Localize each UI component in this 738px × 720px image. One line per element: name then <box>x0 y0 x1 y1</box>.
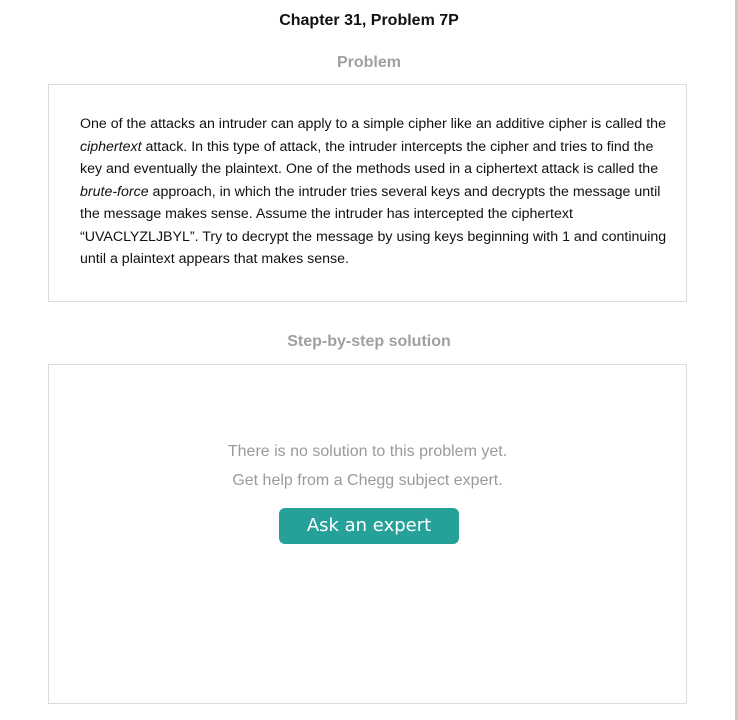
solution-heading: Step-by-step solution <box>287 333 451 350</box>
problem-card: One of the attacks an intruder can apply… <box>48 84 687 302</box>
problem-text: One of the attacks an intruder can apply… <box>80 113 670 271</box>
expert-help-message: Get help from a Chegg subject expert. <box>232 472 503 489</box>
problem-heading: Problem <box>336 54 401 71</box>
problem-text-segment: One of the attacks an intruder can apply… <box>80 116 666 132</box>
solution-card: There is no solution to this problem yet… <box>48 364 687 704</box>
ciphertext-term: ciphertext <box>80 138 142 155</box>
brute-force-term: brute-force <box>80 183 149 200</box>
no-solution-message: There is no solution to this problem yet… <box>227 443 508 460</box>
problem-text-segment: attack. In this type of attack, the intr… <box>80 138 659 178</box>
ask-an-expert-button[interactable]: Ask an expert <box>279 508 459 544</box>
page: Chapter 31, Problem 7P Problem One of th… <box>0 0 738 720</box>
problem-text-segment: approach, in which the intruder tries se… <box>80 183 667 268</box>
chapter-title: Chapter 31, Problem 7P <box>279 12 459 29</box>
